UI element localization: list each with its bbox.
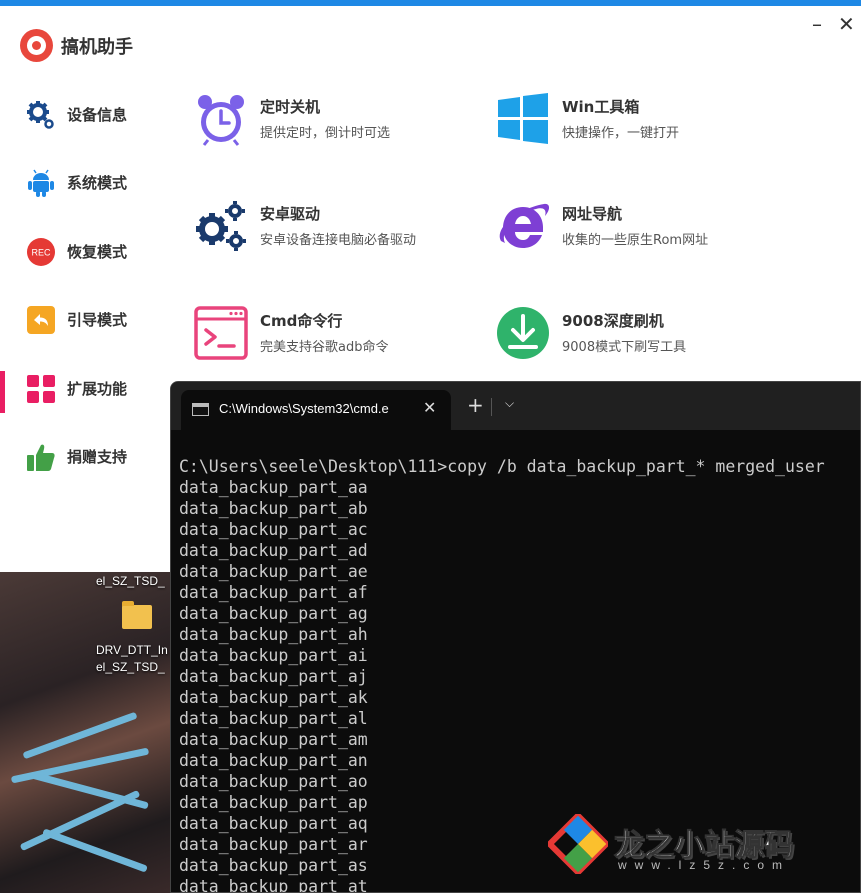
terminal-output-line: data_backup_part_ao: [179, 772, 368, 791]
terminal-tab[interactable]: C:\Windows\System32\cmd.e ✕: [181, 390, 451, 430]
back-arrow-icon: [27, 306, 55, 334]
tool-scheduled-shutdown[interactable]: 定时关机 提供定时，倒计时可选: [194, 92, 494, 152]
terminal-output-line: data_backup_part_ac: [179, 520, 368, 539]
cmd-icon: [192, 403, 209, 416]
minimize-button[interactable]: –: [812, 14, 822, 34]
tool-win-toolbox[interactable]: Win工具箱 快捷操作，一键打开: [496, 92, 796, 152]
sidebar-item-recovery-mode[interactable]: REC 恢复模式: [0, 227, 170, 275]
tool-description: 提供定时，倒计时可选: [260, 126, 391, 141]
sidebar-item-label: 引导模式: [67, 311, 128, 329]
sidebar-item-bootloader-mode[interactable]: 引导模式: [0, 295, 170, 343]
tool-title: Win工具箱: [562, 98, 640, 116]
desktop-wallpaper: el_SZ_TSD_ DRV_DTT_In el_SZ_TSD_: [0, 572, 175, 893]
tool-title: Cmd命令行: [260, 312, 343, 330]
sidebar-item-system-mode[interactable]: 系统模式: [0, 158, 170, 206]
tool-cmd-command-line[interactable]: Cmd命令行 完美支持谷歌adb命令: [194, 306, 494, 366]
ie-logo-icon: [499, 203, 550, 248]
sidebar-item-label: 设备信息: [67, 106, 128, 124]
sidebar-item-label: 捐赠支持: [67, 448, 128, 466]
desktop-file-label: el_SZ_TSD_: [96, 660, 165, 674]
gears-icon: [196, 201, 246, 251]
tab-close-icon[interactable]: ✕: [423, 398, 436, 417]
tool-description: 收集的一些原生Rom网址: [562, 233, 709, 248]
rec-badge-text: REC: [31, 248, 51, 258]
terminal-output-line: data_backup_part_am: [179, 730, 368, 749]
terminal-output-line: data_backup_part_ap: [179, 793, 368, 812]
close-button[interactable]: ✕: [838, 14, 855, 34]
sidebar-item-label: 恢复模式: [67, 243, 128, 261]
app-title: 搞机助手: [61, 36, 133, 58]
terminal-tab-title: C:\Windows\System32\cmd.e: [219, 401, 389, 416]
terminal-output-line: data_backup_part_ak: [179, 688, 368, 707]
sidebar-item-label: 扩展功能: [67, 380, 128, 398]
tool-9008-deep-flash[interactable]: 9008深度刷机 9008模式下刷写工具: [496, 306, 796, 366]
desktop-file-label: DRV_DTT_In: [96, 643, 168, 657]
terminal-output-line: data_backup_part_ai: [179, 646, 368, 665]
tool-title: 9008深度刷机: [562, 312, 664, 330]
app-logo: 搞机助手: [20, 29, 133, 62]
new-tab-button[interactable]: +: [467, 395, 484, 415]
watermark: 龙之小站源码 www.lz5z.com: [548, 812, 848, 882]
sidebar-item-label: 系统模式: [67, 174, 128, 192]
watermark-subtext: www.lz5z.com: [618, 858, 791, 872]
alarm-clock-icon: [198, 95, 244, 146]
download-icon: [497, 307, 549, 359]
grid-icon: [27, 375, 55, 403]
terminal-output-line: data_backup_part_an: [179, 751, 368, 770]
sidebar-item-extensions[interactable]: 扩展功能: [0, 364, 170, 413]
tool-title: 定时关机: [260, 98, 321, 116]
terminal-icon: [194, 306, 248, 360]
tool-title: 安卓驱动: [260, 205, 321, 223]
terminal-output-line: data_backup_part_ag: [179, 604, 368, 623]
tool-description: 完美支持谷歌adb命令: [260, 340, 389, 355]
tool-description: 9008模式下刷写工具: [562, 340, 687, 355]
active-indicator: [0, 371, 5, 413]
terminal-output-line: data_backup_part_af: [179, 583, 368, 602]
terminal-command-line: C:\Users\seele\Desktop\111>copy /b data_…: [179, 457, 825, 476]
thumbs-up-icon: [27, 444, 55, 471]
tool-description: 安卓设备连接电脑必备驱动: [260, 233, 417, 248]
desktop-file-label: el_SZ_TSD_: [96, 574, 165, 588]
tool-description: 快捷操作，一键打开: [562, 126, 680, 141]
terminal-output-line: data_backup_part_ab: [179, 499, 368, 518]
terminal-output-line: data_backup_part_aj: [179, 667, 368, 686]
folder-icon[interactable]: [122, 601, 152, 629]
terminal-output-line: data_backup_part_aa: [179, 478, 368, 497]
sidebar-item-device-info[interactable]: 设备信息: [0, 90, 170, 138]
tool-title: 网址导航: [562, 205, 623, 223]
rec-icon: REC: [27, 238, 55, 266]
watermark-logo-icon: [548, 814, 608, 874]
sidebar-item-donate[interactable]: 捐赠支持: [0, 432, 170, 480]
terminal-output-line: data_backup_part_ah: [179, 625, 368, 644]
android-icon: [28, 169, 54, 197]
tool-url-navigation[interactable]: 网址导航 收集的一些原生Rom网址: [496, 199, 796, 259]
terminal-output-line: data_backup_part_ae: [179, 562, 368, 581]
terminal-output-line: data_backup_part_ad: [179, 541, 368, 560]
tool-android-driver[interactable]: 安卓驱动 安卓设备连接电脑必备驱动: [194, 199, 494, 259]
gear-icon: [27, 101, 54, 129]
windows-logo-icon: [498, 93, 548, 144]
tab-dropdown-button[interactable]: ⌵: [505, 396, 514, 411]
terminal-output-line: data_backup_part_al: [179, 709, 368, 728]
terminal-tab-bar: C:\Windows\System32\cmd.e ✕ + ⌵: [171, 382, 860, 430]
app-logo-icon: [20, 29, 53, 62]
